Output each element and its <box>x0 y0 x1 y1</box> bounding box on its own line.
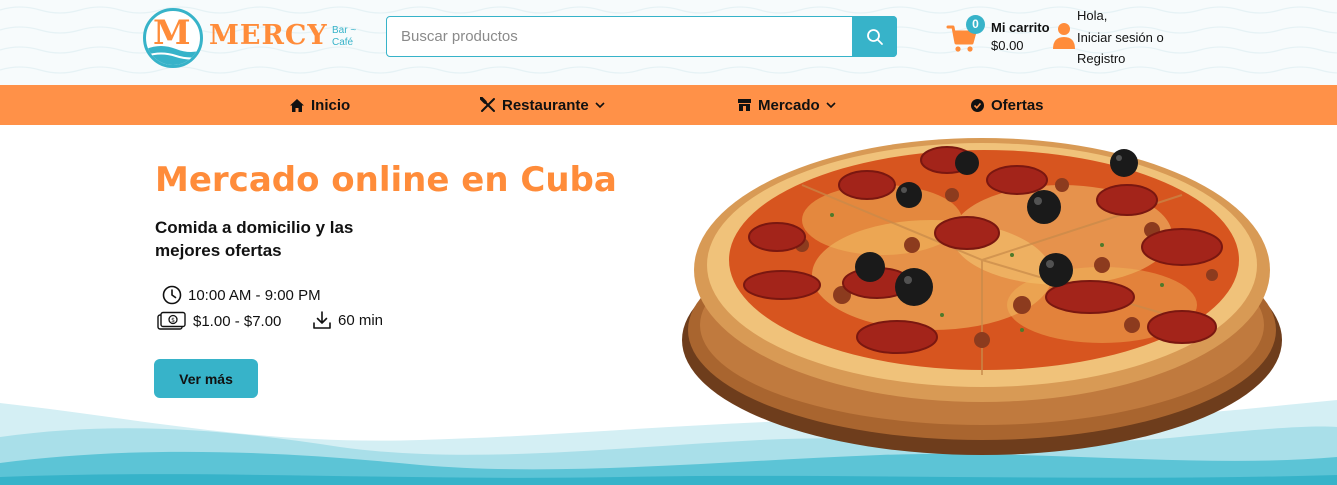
user-icon <box>1053 23 1075 49</box>
search-bar <box>386 16 897 57</box>
hero-title: Mercado online en Cuba <box>155 160 617 200</box>
store-icon <box>738 99 751 111</box>
price-row: $ $1.00 - $7.00 <box>157 311 281 331</box>
price-range-text: $1.00 - $7.00 <box>193 312 282 330</box>
hours-row: 10:00 AM - 9:00 PM <box>162 285 321 305</box>
utensils-icon <box>480 97 495 112</box>
nav-item-restaurante[interactable]: Restaurante <box>480 85 605 125</box>
cart-widget[interactable]: 0 Mi carrito $0.00 <box>946 15 1056 58</box>
delivery-time-text: 60 min <box>338 311 384 329</box>
logo-letter: M <box>153 13 191 53</box>
logo-tagline-line1: Bar ~ <box>332 25 357 36</box>
main-nav: Inicio Restaurante Mercado Ofertas <box>0 85 1337 125</box>
nav-item-label: Restaurante <box>502 96 589 114</box>
logo-tagline-line2: Café <box>332 37 354 48</box>
nav-item-mercado[interactable]: Mercado <box>737 85 836 125</box>
search-icon <box>866 28 883 45</box>
download-icon <box>313 311 331 329</box>
cart-count-badge: 0 <box>966 15 985 34</box>
clock-icon <box>162 285 182 305</box>
cart-label: Mi carrito <box>991 20 1050 35</box>
chevron-down-icon <box>595 101 605 108</box>
account-greeting: Hola, <box>1077 8 1108 23</box>
pizza-image <box>682 138 1282 455</box>
see-more-button[interactable]: Ver más <box>154 359 258 398</box>
chevron-down-icon <box>826 101 836 108</box>
register-link[interactable]: Registro <box>1077 51 1125 66</box>
login-link[interactable]: Iniciar sesión o <box>1077 30 1164 45</box>
hours-text: 10:00 AM - 9:00 PM <box>188 286 321 304</box>
badge-icon <box>971 98 984 112</box>
logo-tagline: Bar ~ Café <box>332 25 372 49</box>
account-widget: Hola, Iniciar sesión o Registro <box>1052 6 1182 68</box>
cart-total: $0.00 <box>991 38 1024 53</box>
nav-item-ofertas[interactable]: Ofertas <box>970 85 1044 125</box>
search-button[interactable] <box>852 16 897 57</box>
search-input[interactable] <box>387 17 853 56</box>
hero-subtitle: Comida a domicilio y las mejores ofertas <box>155 218 354 260</box>
nav-item-label: Ofertas <box>991 96 1044 114</box>
logo-emblem: M <box>143 8 203 68</box>
site-header: M MERCY Bar ~ Café 0 Mi carrito $0.00 <box>0 0 1337 85</box>
nav-item-label: Mercado <box>758 96 820 114</box>
nav-item-label: Inicio <box>311 96 351 114</box>
nav-item-inicio[interactable]: Inicio <box>289 85 350 125</box>
logo-wordmark: MERCY <box>209 20 328 51</box>
site-logo[interactable]: M MERCY Bar ~ Café <box>143 8 365 68</box>
cash-icon: $ <box>157 311 186 330</box>
svg-text:$: $ <box>171 317 175 324</box>
delivery-row: 60 min <box>312 310 383 330</box>
home-icon <box>290 98 304 112</box>
